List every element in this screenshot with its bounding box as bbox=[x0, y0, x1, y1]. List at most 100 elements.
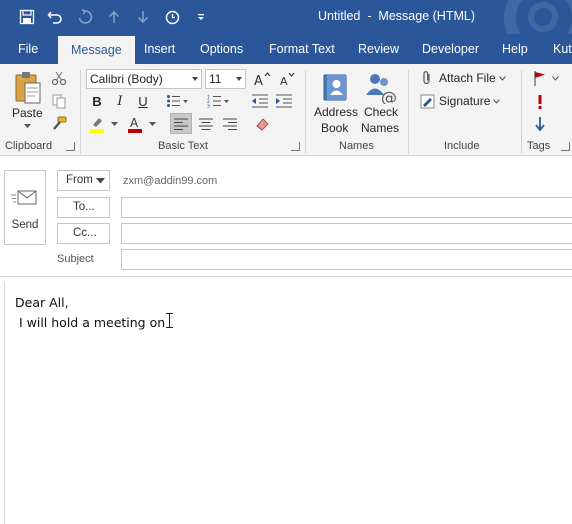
check-names-label-line2[interactable]: Names bbox=[361, 121, 399, 135]
svg-text:A: A bbox=[130, 116, 139, 130]
svg-text:A: A bbox=[254, 74, 263, 87]
cc-label: Cc... bbox=[73, 227, 97, 239]
tags-launcher-icon[interactable] bbox=[561, 142, 570, 151]
tab-format-text[interactable]: Format Text bbox=[269, 34, 335, 64]
cc-field[interactable] bbox=[121, 223, 572, 244]
cc-button[interactable]: Cc... bbox=[57, 223, 110, 244]
ribbon-tabs: File Message Insert Options Format Text … bbox=[0, 34, 572, 64]
check-names-icon[interactable]: @ bbox=[363, 69, 397, 105]
clipboard-group-label: Clipboard bbox=[5, 140, 53, 152]
grow-font-icon[interactable]: A bbox=[252, 70, 272, 88]
clear-formatting-icon[interactable] bbox=[252, 114, 272, 134]
align-left-button[interactable] bbox=[170, 113, 192, 134]
bold-button[interactable]: B bbox=[88, 92, 106, 110]
body-line-greeting: Dear All, bbox=[15, 295, 69, 310]
group-divider bbox=[408, 70, 409, 154]
follow-up-flag-icon[interactable] bbox=[532, 69, 548, 87]
signature-icon[interactable] bbox=[419, 93, 435, 109]
group-divider bbox=[80, 70, 81, 154]
paperclip-icon[interactable] bbox=[419, 70, 435, 86]
clock-icon[interactable] bbox=[162, 7, 182, 27]
align-right-icon[interactable] bbox=[220, 114, 240, 134]
format-painter-icon[interactable] bbox=[50, 115, 68, 133]
ribbon: Paste Clipboard Calibri (Body) 11 A A B … bbox=[0, 64, 572, 156]
to-label: To... bbox=[73, 201, 95, 213]
font-color-dropdown-icon[interactable] bbox=[147, 120, 157, 128]
highlight-icon[interactable] bbox=[88, 114, 106, 134]
copy-icon[interactable] bbox=[50, 92, 68, 110]
customize-icon[interactable] bbox=[191, 7, 211, 27]
font-size-value: 11 bbox=[209, 72, 222, 86]
redo-icon[interactable] bbox=[75, 7, 95, 27]
bullets-icon[interactable] bbox=[165, 92, 189, 110]
send-icon bbox=[11, 188, 39, 211]
send-button[interactable]: Send bbox=[4, 170, 46, 245]
tab-insert[interactable]: Insert bbox=[144, 34, 175, 64]
to-field[interactable] bbox=[121, 197, 572, 218]
paste-dropdown-icon[interactable] bbox=[22, 122, 32, 130]
italic-button[interactable]: I bbox=[111, 92, 129, 110]
font-name-dropdown[interactable]: Calibri (Body) bbox=[86, 69, 202, 89]
tab-developer[interactable]: Developer bbox=[422, 34, 479, 64]
attach-file-label[interactable]: Attach File bbox=[439, 71, 496, 85]
chevron-down-icon bbox=[96, 178, 105, 184]
decrease-indent-icon[interactable] bbox=[250, 92, 270, 110]
basic-text-launcher-icon[interactable] bbox=[291, 142, 300, 151]
arrow-up-icon[interactable] bbox=[104, 7, 124, 27]
tags-group-label: Tags bbox=[527, 140, 551, 152]
flag-dropdown-icon[interactable] bbox=[551, 74, 559, 82]
from-button[interactable]: From bbox=[57, 170, 110, 191]
subject-label: Subject bbox=[57, 253, 94, 265]
paste-icon[interactable] bbox=[12, 69, 44, 107]
undo-icon[interactable] bbox=[45, 7, 65, 27]
header-divider bbox=[0, 276, 572, 277]
shrink-font-icon[interactable]: A bbox=[277, 70, 297, 88]
align-center-icon[interactable] bbox=[196, 114, 216, 134]
window-title: Untitled - Message (HTML) bbox=[318, 9, 475, 23]
chevron-down-icon bbox=[236, 77, 242, 81]
increase-indent-icon[interactable] bbox=[274, 92, 294, 110]
tab-file[interactable]: File bbox=[18, 34, 38, 64]
numbering-icon[interactable]: 123 bbox=[206, 92, 230, 110]
tab-options[interactable]: Options bbox=[200, 34, 243, 64]
font-size-dropdown[interactable]: 11 bbox=[205, 69, 246, 89]
signature-dropdown-icon[interactable] bbox=[492, 97, 500, 105]
save-icon[interactable] bbox=[17, 7, 37, 27]
group-divider bbox=[305, 70, 306, 154]
clipboard-launcher-icon[interactable] bbox=[66, 142, 75, 151]
names-group-label: Names bbox=[339, 140, 374, 152]
basic-text-group-label: Basic Text bbox=[158, 140, 208, 152]
font-name-value: Calibri (Body) bbox=[90, 72, 163, 86]
low-importance-icon[interactable] bbox=[532, 115, 548, 133]
tab-review[interactable]: Review bbox=[358, 34, 399, 64]
highlight-dropdown-icon[interactable] bbox=[109, 120, 119, 128]
from-label: From bbox=[66, 174, 93, 186]
tab-kutools[interactable]: Kut bbox=[553, 34, 572, 64]
to-button[interactable]: To... bbox=[57, 197, 110, 218]
attach-file-dropdown-icon[interactable] bbox=[498, 74, 506, 82]
title-decoration-small bbox=[528, 2, 558, 32]
subject-field[interactable] bbox=[121, 249, 572, 270]
address-book-label-line2[interactable]: Book bbox=[321, 121, 348, 135]
check-names-label-line1[interactable]: Check bbox=[364, 105, 398, 119]
body-line-text: I will hold a meeting on bbox=[15, 315, 170, 330]
svg-text:A: A bbox=[280, 75, 288, 87]
send-label: Send bbox=[11, 219, 39, 231]
signature-label[interactable]: Signature bbox=[439, 94, 490, 108]
tab-message[interactable]: Message bbox=[58, 36, 135, 64]
cut-icon[interactable] bbox=[50, 69, 68, 87]
from-address: zxm@addin99.com bbox=[123, 175, 218, 187]
underline-button[interactable]: U bbox=[134, 92, 152, 110]
address-book-label-line1[interactable]: Address bbox=[314, 105, 358, 119]
arrow-down-icon[interactable] bbox=[133, 7, 153, 27]
group-divider bbox=[521, 70, 522, 154]
paste-label[interactable]: Paste bbox=[12, 106, 43, 120]
high-importance-icon[interactable] bbox=[532, 93, 548, 111]
address-book-icon[interactable] bbox=[318, 70, 352, 104]
chevron-down-icon bbox=[192, 77, 198, 81]
svg-text:3: 3 bbox=[207, 104, 210, 109]
font-color-icon[interactable]: A bbox=[126, 114, 144, 134]
tab-help[interactable]: Help bbox=[502, 34, 528, 64]
text-cursor-icon bbox=[165, 313, 174, 328]
svg-text:@: @ bbox=[381, 88, 396, 104]
